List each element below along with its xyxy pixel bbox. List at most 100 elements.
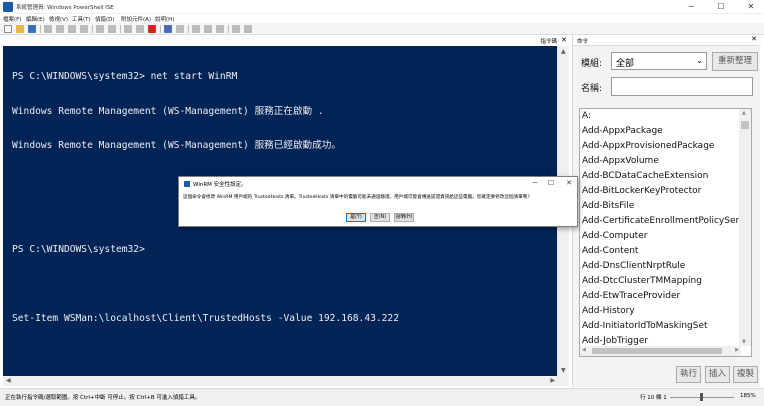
cut-icon[interactable]	[44, 25, 52, 33]
show-commands-icon[interactable]	[232, 25, 240, 33]
copy-button[interactable]: 複製	[733, 366, 758, 383]
chevron-down-icon: ⌄	[696, 56, 703, 65]
list-item[interactable]: Add-EtwTraceProvider	[580, 289, 751, 304]
no-button[interactable]: 否(N)	[370, 213, 390, 222]
name-input[interactable]	[611, 77, 753, 96]
commands-panel-header: 命令 ✕	[573, 35, 761, 46]
toolbar-separator	[120, 25, 121, 33]
close-commands-panel-icon[interactable]: ✕	[751, 35, 757, 43]
copy-icon[interactable]	[56, 25, 64, 33]
console-line: Windows Remote Management (WS-Management…	[12, 105, 324, 117]
list-item[interactable]: Add-DnsClientNrptRule	[580, 259, 751, 274]
commands-panel-title: 命令	[577, 39, 589, 45]
script-pane-toggle[interactable]: 指令碼	[540, 37, 557, 45]
run-selection-icon[interactable]	[136, 25, 144, 33]
scrollbar-thumb[interactable]	[741, 121, 749, 129]
new-icon[interactable]	[4, 25, 12, 33]
show-script-max-icon[interactable]	[216, 25, 224, 33]
dialog-maximize-button[interactable]: ☐	[543, 178, 559, 188]
insert-button[interactable]: 插入	[705, 366, 730, 383]
window-title: 系統管理員: Windows PowerShell ISE	[16, 5, 114, 11]
scroll-left-icon[interactable]: ◀	[6, 377, 11, 384]
scroll-left-icon[interactable]: ◀	[582, 347, 586, 353]
list-item[interactable]: Add-InitiatorIdToMaskingSet	[580, 319, 751, 334]
list-item[interactable]: Add-Computer	[580, 229, 751, 244]
scroll-up-icon[interactable]: ▲	[561, 48, 566, 55]
menu-bar: 檔案(F) 編輯(E) 檢視(V) 工具(T) 偵錯(D) 附加元件(A) 說明…	[0, 14, 764, 23]
new-remote-tab-icon[interactable]	[164, 25, 172, 33]
console-line: PS C:\WINDOWS\system32> net start WinRM	[12, 71, 238, 82]
toolbar-separator	[40, 25, 41, 33]
open-icon[interactable]	[16, 25, 24, 33]
dialog-close-button[interactable]: ✕	[561, 178, 577, 188]
list-item[interactable]: Add-AppxVolume	[580, 154, 751, 169]
winrm-security-dialog: WinRM 安全性設定。 ─ ☐ ✕ 這個命令會修改 WinRM 用戶端的 Tr…	[178, 176, 578, 227]
list-item[interactable]: Add-Content	[580, 244, 751, 259]
module-select-value: 全部	[616, 59, 635, 69]
command-list[interactable]: A: Add-AppxPackage Add-AppxProvisionedPa…	[579, 108, 752, 357]
menu-edit[interactable]: 編輯(E)	[26, 15, 45, 23]
list-item[interactable]: Add-History	[580, 304, 751, 319]
maximize-button[interactable]: ☐	[710, 1, 732, 13]
status-bar: 正在執行指令碼/選取範圍。按 Ctrl+中斷 可停止。按 Ctrl+B 可進入偵…	[0, 388, 764, 406]
list-item[interactable]: Add-BitLockerKeyProtector	[580, 184, 751, 199]
list-item[interactable]: Add-CertificateEnrollmentPolicyServer	[580, 214, 751, 229]
show-addon-icon[interactable]	[244, 25, 252, 33]
save-icon[interactable]	[28, 25, 36, 33]
commands-panel: 命令 ✕ 模組: 全部 ⌄ 重新整理 名稱: A: Add-AppxPackag…	[572, 35, 761, 387]
cursor-position: 行 10 欄 1	[640, 395, 667, 401]
list-item[interactable]: Add-BCDataCacheExtension	[580, 169, 751, 184]
toolbar-separator	[92, 25, 93, 33]
module-select[interactable]: 全部 ⌄	[611, 52, 707, 70]
name-label: 名稱:	[581, 84, 603, 94]
yes-button[interactable]: 是(Y)	[346, 213, 366, 222]
console-horizontal-scrollbar[interactable]: ◀ ▶	[3, 376, 569, 386]
list-item[interactable]: A:	[580, 109, 751, 124]
scroll-up-icon[interactable]: ▲	[742, 110, 746, 116]
menu-file[interactable]: 檔案(F)	[3, 15, 21, 23]
show-script-right-icon[interactable]	[204, 25, 212, 33]
menu-addons[interactable]: 附加元件(A)	[121, 15, 151, 23]
close-button[interactable]: ✕	[740, 1, 762, 13]
scroll-right-icon[interactable]: ▶	[735, 347, 739, 353]
redo-icon[interactable]	[108, 25, 116, 33]
console-line: Windows Remote Management (WS-Management…	[12, 140, 341, 151]
close-pane-icon[interactable]: ✕	[561, 36, 567, 44]
console-line: Set-Item WSMan:\localhost\Client\Trusted…	[12, 312, 399, 324]
dialog-minimize-button[interactable]: ─	[527, 178, 543, 188]
scroll-down-icon[interactable]: ▼	[561, 367, 566, 374]
zoom-slider-thumb[interactable]	[700, 393, 703, 401]
list-item[interactable]: Add-AppxPackage	[580, 124, 751, 139]
scroll-right-icon[interactable]: ▶	[550, 377, 555, 384]
menu-tools[interactable]: 工具(T)	[72, 15, 91, 23]
start-powershell-icon[interactable]	[176, 25, 184, 33]
undo-icon[interactable]	[96, 25, 104, 33]
minimize-button[interactable]: ─	[680, 1, 702, 13]
toolbar-separator	[228, 25, 229, 33]
list-item[interactable]: Add-AppxProvisionedPackage	[580, 139, 751, 154]
toolbar	[0, 23, 764, 35]
dialog-message: 這個命令會修改 WinRM 用戶端的 TrustedHosts 清單。Trust…	[183, 195, 530, 200]
paste-icon[interactable]	[68, 25, 76, 33]
console-line: PS C:\WINDOWS\system32>	[12, 243, 145, 255]
run-script-icon[interactable]	[124, 25, 132, 33]
menu-help[interactable]: 說明(H)	[155, 15, 174, 23]
show-script-top-icon[interactable]	[192, 25, 200, 33]
status-message: 正在執行指令碼/選取範圍。按 Ctrl+中斷 可停止。按 Ctrl+B 可進入偵…	[5, 395, 201, 401]
list-item[interactable]: Add-BitsFile	[580, 199, 751, 214]
menu-view[interactable]: 檢視(V)	[49, 15, 68, 23]
command-list-horizontal-scrollbar[interactable]: ◀ ▶	[580, 346, 741, 356]
console-pane-header: 指令碼 ✕	[3, 36, 569, 46]
powershell-icon	[184, 181, 190, 187]
command-list-vertical-scrollbar[interactable]: ▲ ▼	[739, 109, 751, 346]
help-button[interactable]: 說明(H)	[394, 213, 414, 222]
scroll-down-icon[interactable]: ▼	[742, 339, 746, 345]
clear-console-icon[interactable]	[80, 25, 88, 33]
scrollbar-thumb[interactable]	[592, 348, 722, 354]
menu-debug[interactable]: 偵錯(D)	[95, 15, 115, 23]
list-item[interactable]: Add-DtcClusterTMMapping	[580, 274, 751, 289]
stop-icon[interactable]	[148, 25, 156, 33]
refresh-button[interactable]: 重新整理	[712, 52, 758, 71]
run-button[interactable]: 執行	[676, 366, 701, 383]
